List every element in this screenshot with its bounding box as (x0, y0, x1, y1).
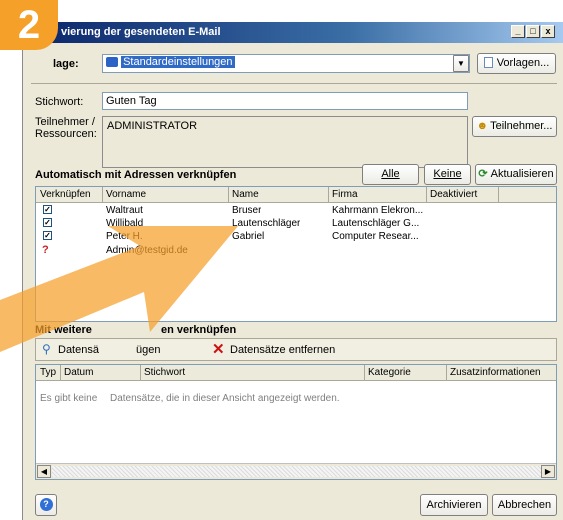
tutorial-arrow (0, 226, 238, 352)
arrow-shape (0, 226, 238, 352)
